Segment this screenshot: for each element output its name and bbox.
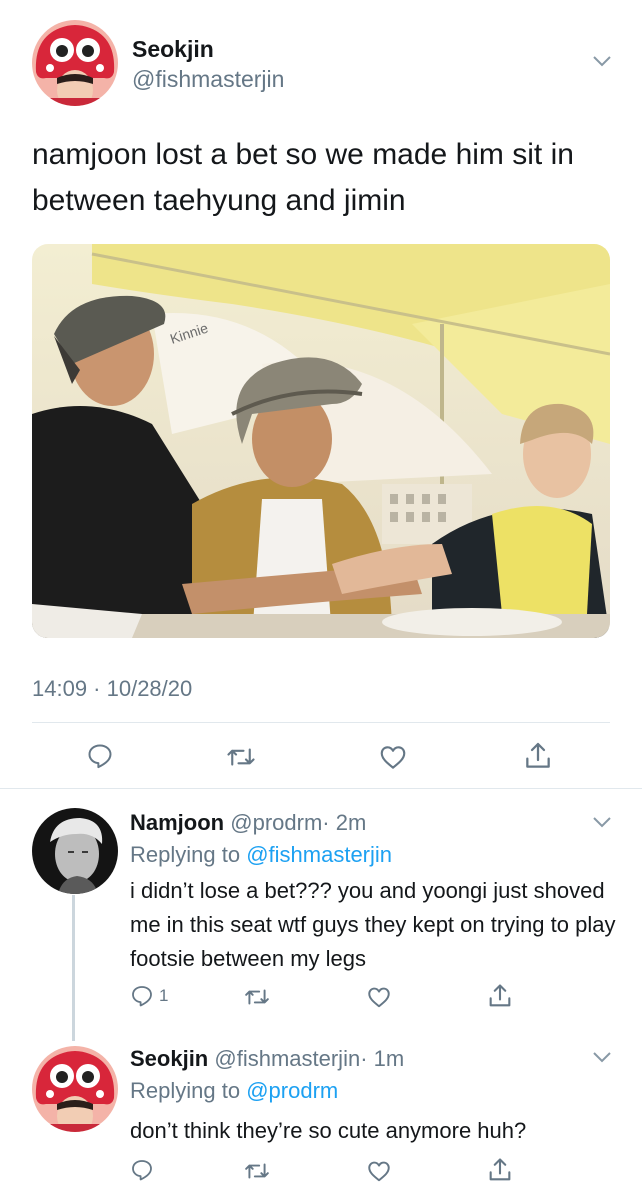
replying-to-label: Replying to <box>130 842 241 867</box>
heart-icon <box>380 746 406 769</box>
author-handle[interactable]: @fishmasterjin <box>214 1046 360 1071</box>
replying-to-link[interactable]: @fishmasterjin <box>246 842 392 867</box>
reply-button[interactable]: 1 <box>130 984 168 1008</box>
retweet-icon <box>245 989 269 1005</box>
share-button[interactable] <box>486 1156 514 1184</box>
share-button[interactable] <box>486 982 514 1010</box>
like-button[interactable] <box>366 984 392 1010</box>
retweet-button[interactable] <box>244 984 270 1010</box>
replying-to: Replying to @prodrm <box>130 1078 338 1104</box>
reply-text: don’t think they’re so cute anymore huh? <box>130 1118 527 1143</box>
like-button[interactable] <box>378 742 408 772</box>
retweet-icon <box>245 1163 269 1179</box>
chevron-down-icon[interactable] <box>592 1050 612 1064</box>
reply-button[interactable] <box>130 1158 159 1182</box>
chevron-down-icon[interactable] <box>592 815 612 829</box>
thread-line <box>72 895 75 1041</box>
author-display-name[interactable]: Seokjin <box>130 1046 208 1071</box>
reply-header: Seokjin @fishmasterjin· 1m <box>130 1046 404 1072</box>
retweet-icon <box>227 748 255 766</box>
share-icon <box>489 1158 511 1181</box>
main-tweet: Seokjin @fishmasterjin namjoon lost a be… <box>0 0 642 788</box>
reply-text: i didn’t lose a bet??? you and yoongi ju… <box>130 878 616 971</box>
author-handle[interactable]: @fishmasterjin <box>132 66 284 93</box>
section-divider <box>0 788 642 789</box>
replying-to: Replying to @fishmasterjin <box>130 842 392 868</box>
reply-button[interactable] <box>86 742 114 770</box>
author-display-name[interactable]: Namjoon <box>130 810 224 835</box>
author-display-name[interactable]: Seokjin <box>132 36 214 63</box>
retweet-button[interactable] <box>244 1158 270 1184</box>
share-icon <box>526 742 550 768</box>
reply-count: 1 <box>159 986 169 1005</box>
heart-icon <box>368 987 390 1008</box>
retweet-button[interactable] <box>226 742 256 772</box>
tweet-media[interactable]: Kinnie <box>32 244 610 638</box>
heart-icon <box>368 1161 390 1182</box>
like-button[interactable] <box>366 1158 392 1184</box>
replying-to-link[interactable]: @prodrm <box>246 1078 338 1103</box>
divider <box>32 722 610 723</box>
tweet-age[interactable]: · 2m <box>322 810 366 835</box>
reply-header: Namjoon @prodrm· 2m <box>130 810 366 836</box>
avatar[interactable] <box>32 20 118 106</box>
share-icon <box>489 984 511 1007</box>
share-button[interactable] <box>522 740 554 772</box>
photo-image: Kinnie <box>32 244 610 638</box>
reply-icon <box>88 744 112 769</box>
tweet-timestamp[interactable]: 14:09 · 10/28/20 <box>32 676 192 702</box>
tweet-text: namjoon lost a bet so we made him sit in… <box>32 138 574 217</box>
reply-icon <box>132 1160 152 1181</box>
avatar[interactable] <box>32 1046 118 1132</box>
chevron-down-icon[interactable] <box>592 54 612 68</box>
reply-icon <box>132 986 152 1007</box>
avatar[interactable] <box>32 808 118 894</box>
replying-to-label: Replying to <box>130 1078 241 1103</box>
tweet-age[interactable]: · 1m <box>360 1046 404 1071</box>
author-handle[interactable]: @prodrm <box>230 810 322 835</box>
